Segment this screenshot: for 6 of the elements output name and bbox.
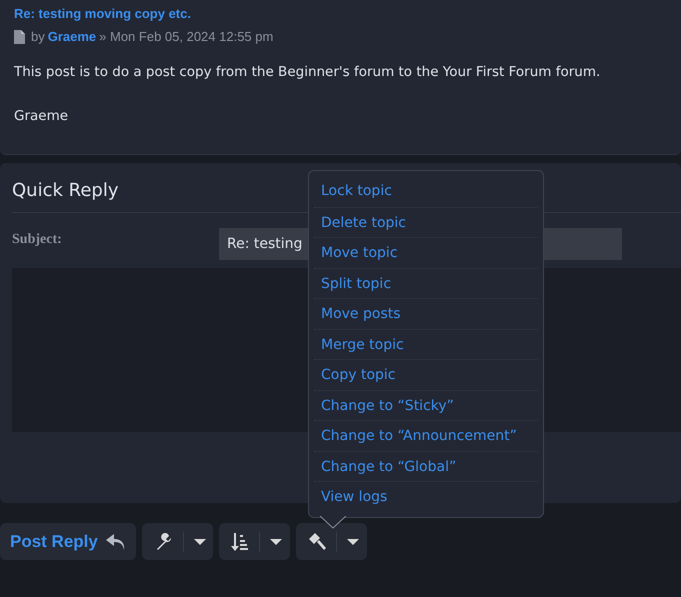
subject-label: Subject: [12, 231, 63, 249]
post-paragraph: This post is to do a post copy from the Beginner's forum to the Your First Forum forum. [14, 62, 602, 82]
post-paragraph: Graeme [14, 106, 70, 126]
quick-reply-heading: Quick Reply [12, 179, 118, 203]
byline-label: by [31, 28, 45, 46]
post-date: » Mon Feb 05, 2024 12:55 pm [99, 28, 274, 46]
